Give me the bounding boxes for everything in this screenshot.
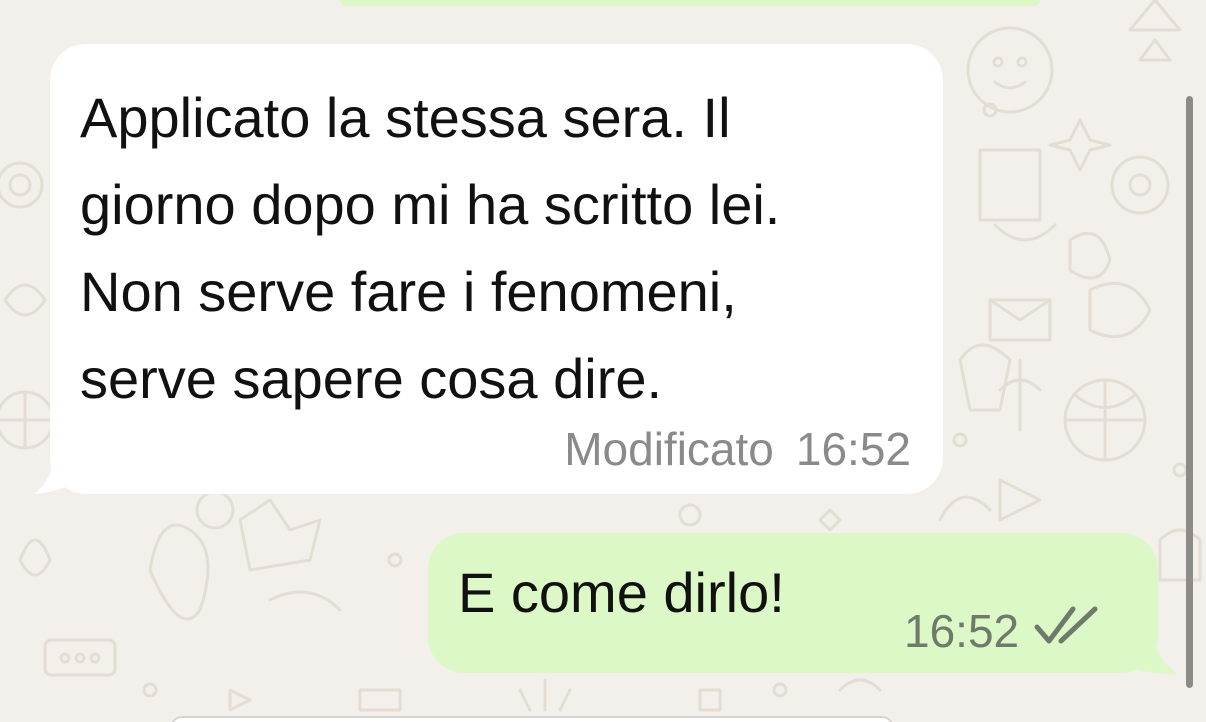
message-line: Applicato la stessa sera. Il [80, 86, 731, 149]
previous-outgoing-bubble-edge [340, 0, 1040, 6]
outgoing-bubble-tail [1130, 630, 1178, 674]
outgoing-message-text: E come dirlo! [458, 561, 785, 624]
outgoing-message-bubble[interactable]: E come dirlo! 16:52 [428, 533, 1158, 673]
edited-label: Modificato [564, 423, 774, 475]
double-check-icon [1033, 603, 1103, 658]
message-time: 16:52 [904, 604, 1020, 657]
message-input-edge[interactable] [170, 716, 894, 722]
message-line: Non serve fare i fenomeni, [80, 260, 737, 323]
message-line: serve sapere cosa dire. [80, 347, 663, 410]
scrollbar[interactable] [1186, 96, 1193, 688]
incoming-message-meta: Modificato 16:52 [564, 422, 911, 476]
incoming-bubble-tail [34, 440, 80, 494]
message-time: 16:52 [795, 423, 911, 475]
incoming-message-text: Applicato la stessa sera. Il giorno dopo… [80, 74, 930, 422]
outgoing-message-meta: 16:52 [904, 603, 1103, 658]
message-line: giorno dopo mi ha scritto lei. [80, 173, 781, 236]
incoming-message-bubble[interactable]: Applicato la stessa sera. Il giorno dopo… [50, 44, 943, 494]
